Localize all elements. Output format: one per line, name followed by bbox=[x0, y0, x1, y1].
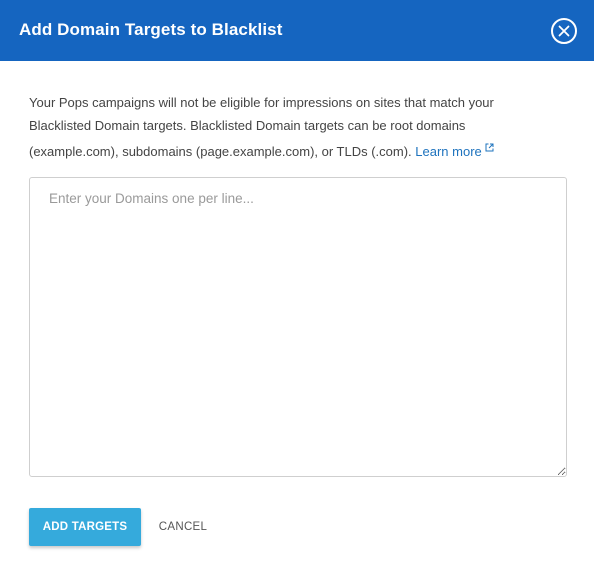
learn-more-label: Learn more bbox=[415, 144, 482, 159]
cancel-button[interactable]: CANCEL bbox=[152, 508, 214, 546]
close-button[interactable] bbox=[551, 18, 577, 44]
learn-more-link[interactable]: Learn more bbox=[415, 143, 494, 159]
domains-textarea[interactable] bbox=[29, 177, 567, 477]
dialog-title: Add Domain Targets to Blacklist bbox=[19, 20, 283, 39]
dialog-description: Your Pops campaigns will not be eligible… bbox=[29, 92, 549, 164]
dialog-header: Add Domain Targets to Blacklist bbox=[0, 0, 594, 61]
close-icon bbox=[558, 25, 570, 37]
add-domain-targets-dialog: Add Domain Targets to Blacklist Your Pop… bbox=[0, 0, 594, 579]
add-targets-button[interactable]: ADD TARGETS bbox=[29, 508, 141, 546]
external-link-icon bbox=[485, 137, 494, 160]
